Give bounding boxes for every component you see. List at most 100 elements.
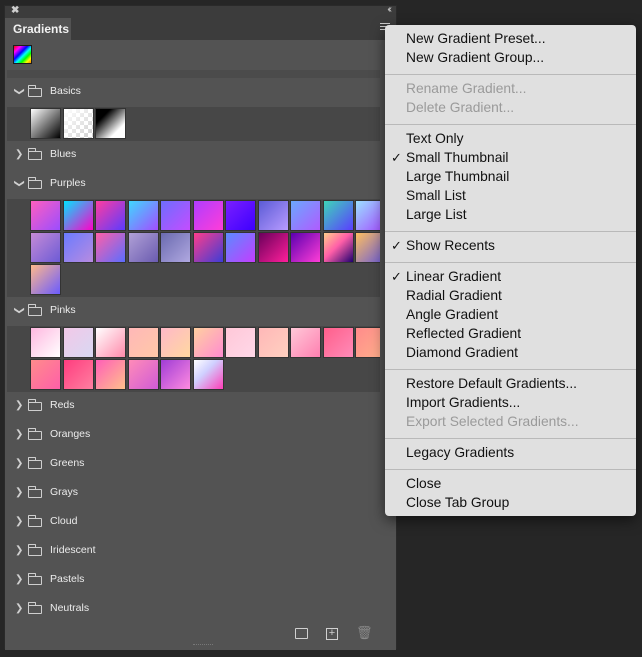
chevron-right-icon[interactable]: ❯ [15,487,23,498]
menu-item-import-gradients[interactable]: Import Gradients... [406,395,520,410]
gradient-thumbnail[interactable] [95,359,126,390]
menu-item-large-list[interactable]: Large List [406,207,467,222]
group-label: Pinks [50,304,76,316]
gradient-thumbnail[interactable] [160,200,191,231]
group-neutrals[interactable]: ❯ Neutrals [7,595,380,616]
menu-item-legacy-gradients[interactable]: Legacy Gradients [406,445,514,460]
gradient-thumbnail[interactable] [257,200,289,231]
gradient-thumbnail[interactable] [160,359,191,390]
gradient-thumbnail[interactable] [95,108,126,139]
menu-item-label: Large List [406,207,467,222]
gradient-thumbnail[interactable] [257,327,289,358]
gradient-thumbnail[interactable] [30,327,61,358]
gradient-thumbnail[interactable] [290,200,321,231]
gradient-thumbnail[interactable] [290,232,321,263]
tab-gradients[interactable]: Gradients [5,18,71,40]
gradient-thumbnail[interactable] [95,327,126,358]
gradient-thumbnail[interactable] [322,200,354,231]
group-reds[interactable]: ❯ Reds [7,392,380,421]
new-gradient-icon[interactable]: + [326,628,338,640]
gradient-thumbnail[interactable] [322,232,354,263]
gradient-thumbnail[interactable] [62,232,94,263]
menu-item-close-tab-group[interactable]: Close Tab Group [406,495,509,510]
chevron-right-icon[interactable]: ❯ [15,458,23,469]
group-pastels[interactable]: ❯ Pastels [7,566,380,595]
group-cloud[interactable]: ❯ Cloud [7,508,380,537]
group-oranges[interactable]: ❯ Oranges [7,421,380,450]
chevron-down-icon[interactable]: ❯ [14,179,25,187]
menu-item-new-gradient-group[interactable]: New Gradient Group... [406,50,544,65]
menu-item-new-gradient-preset[interactable]: New Gradient Preset... [406,31,546,46]
group-grays[interactable]: ❯ Grays [7,479,380,508]
menu-item-large-thumbnail[interactable]: Large Thumbnail [406,169,509,184]
gradient-thumbnail[interactable] [225,232,256,263]
resize-grip[interactable] [193,644,213,647]
gradient-thumbnail[interactable] [95,232,126,263]
chevron-right-icon[interactable]: ❯ [15,400,23,411]
gradient-thumbnail[interactable] [127,200,159,231]
gradient-thumbnail[interactable] [30,264,61,295]
menu-item-restore-default-gradients[interactable]: Restore Default Gradients... [406,376,577,391]
gradient-thumbnail[interactable] [62,108,94,139]
close-panel-icon[interactable]: ✖ [11,5,19,16]
gradient-thumbnail[interactable] [192,200,224,231]
gradient-thumbnail[interactable] [192,359,224,390]
menu-item-show-recents[interactable]: ✓ Show Recents [391,238,495,253]
collapse-panel-icon[interactable]: ‹‹ [387,4,391,15]
current-gradient-swatch[interactable] [13,45,32,64]
gradient-thumbnail[interactable] [257,232,289,263]
folder-icon [28,85,42,97]
menu-item-small-thumbnail[interactable]: ✓ Small Thumbnail [391,150,509,165]
gradient-thumbnail[interactable] [62,359,94,390]
menu-item-reflected-gradient[interactable]: Reflected Gradient [406,326,521,341]
gradient-thumbnail[interactable] [322,327,354,358]
group-label: Basics [50,85,81,97]
group-pinks[interactable]: ❯ Pinks [7,297,380,326]
chevron-right-icon[interactable]: ❯ [15,545,23,556]
chevron-right-icon[interactable]: ❯ [15,574,23,585]
gradient-thumbnail[interactable] [95,200,126,231]
gradient-thumbnail[interactable] [225,200,256,231]
menu-item-small-list[interactable]: Small List [406,188,466,203]
trash-icon[interactable]: 🗑 [356,625,373,640]
group-purples[interactable]: ❯ Purples [7,170,380,199]
gradient-thumbnails [7,107,380,141]
chevron-down-icon[interactable]: ❯ [14,306,25,314]
gradient-thumbnail[interactable] [160,327,191,358]
gradient-thumbnail[interactable] [192,327,224,358]
gradient-thumbnail[interactable] [62,200,94,231]
gradient-thumbnail[interactable] [355,327,380,358]
gradient-thumbnail[interactable] [30,108,61,139]
gradient-thumbnail[interactable] [192,232,224,263]
gradient-thumbnail[interactable] [127,359,159,390]
gradient-group-list[interactable]: ❯ Basics ❯ Blues ❯ Purples ❯ Pinks ❯ Reds ❯ Oranges… [7,70,380,616]
gradient-thumbnail[interactable] [30,359,61,390]
group-greens[interactable]: ❯ Greens [7,450,380,479]
gradient-thumbnail[interactable] [160,232,191,263]
chevron-right-icon[interactable]: ❯ [15,603,23,614]
group-blues[interactable]: ❯ Blues [7,141,380,170]
new-group-folder-icon[interactable] [295,628,308,639]
group-iridescent[interactable]: ❯ Iridescent [7,537,380,566]
menu-item-diamond-gradient[interactable]: Diamond Gradient [406,345,518,360]
menu-item-angle-gradient[interactable]: Angle Gradient [406,307,498,322]
chevron-right-icon[interactable]: ❯ [15,149,23,160]
gradient-thumbnail[interactable] [30,232,61,263]
chevron-right-icon[interactable]: ❯ [15,516,23,527]
menu-item-label: Close Tab Group [406,495,510,510]
menu-item-text-only[interactable]: Text Only [406,131,464,146]
gradient-thumbnail[interactable] [355,232,380,263]
gradient-thumbnail[interactable] [225,327,256,358]
gradient-thumbnail[interactable] [62,327,94,358]
gradient-thumbnail[interactable] [127,232,159,263]
menu-item-radial-gradient[interactable]: Radial Gradient [406,288,502,303]
gradient-thumbnail[interactable] [30,200,61,231]
gradient-thumbnail[interactable] [355,200,380,231]
menu-item-linear-gradient[interactable]: ✓ Linear Gradient [391,269,501,284]
gradient-thumbnail[interactable] [290,327,321,358]
menu-item-close[interactable]: Close [406,476,441,491]
group-basics[interactable]: ❯ Basics [7,78,380,107]
gradient-thumbnail[interactable] [127,327,159,358]
chevron-right-icon[interactable]: ❯ [15,429,23,440]
chevron-down-icon[interactable]: ❯ [14,87,25,95]
